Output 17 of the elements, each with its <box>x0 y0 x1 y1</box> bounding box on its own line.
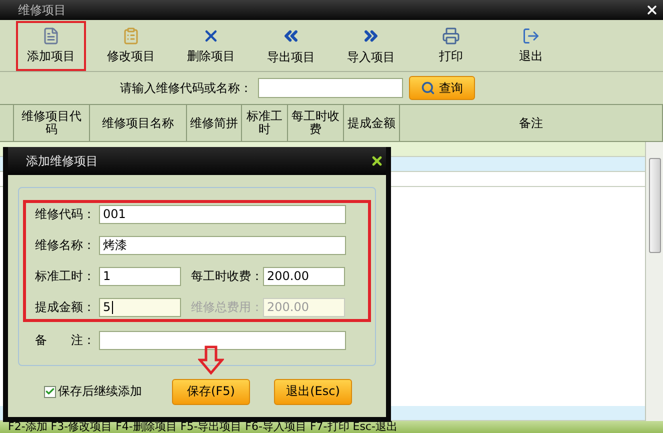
field-label: 维修总费用： <box>191 299 263 316</box>
field-label: 维修代码： <box>35 206 96 223</box>
column-header: 备注 <box>400 105 663 141</box>
column-header: 维修项目名称 <box>90 105 187 141</box>
field-label: 备 注： <box>35 332 96 349</box>
search-label: 请输入维修代码或名称： <box>120 80 252 96</box>
field-label: 维修名称： <box>35 237 96 254</box>
dialog-title: 添加维修项目 <box>26 152 98 170</box>
column-header: 每工时收费 <box>288 105 344 141</box>
field-label: 每工时收费： <box>191 268 263 285</box>
field-label: 标准工时： <box>35 268 96 285</box>
column-header: 维修简拼 <box>187 105 242 141</box>
field-label: 提成金额： <box>35 299 96 316</box>
column-header: 标准工时 <box>242 105 288 141</box>
column-header: 提成金额 <box>344 105 400 141</box>
column-header: 维修项目代码 <box>14 105 90 141</box>
window-title: 维修项目 <box>18 2 66 18</box>
